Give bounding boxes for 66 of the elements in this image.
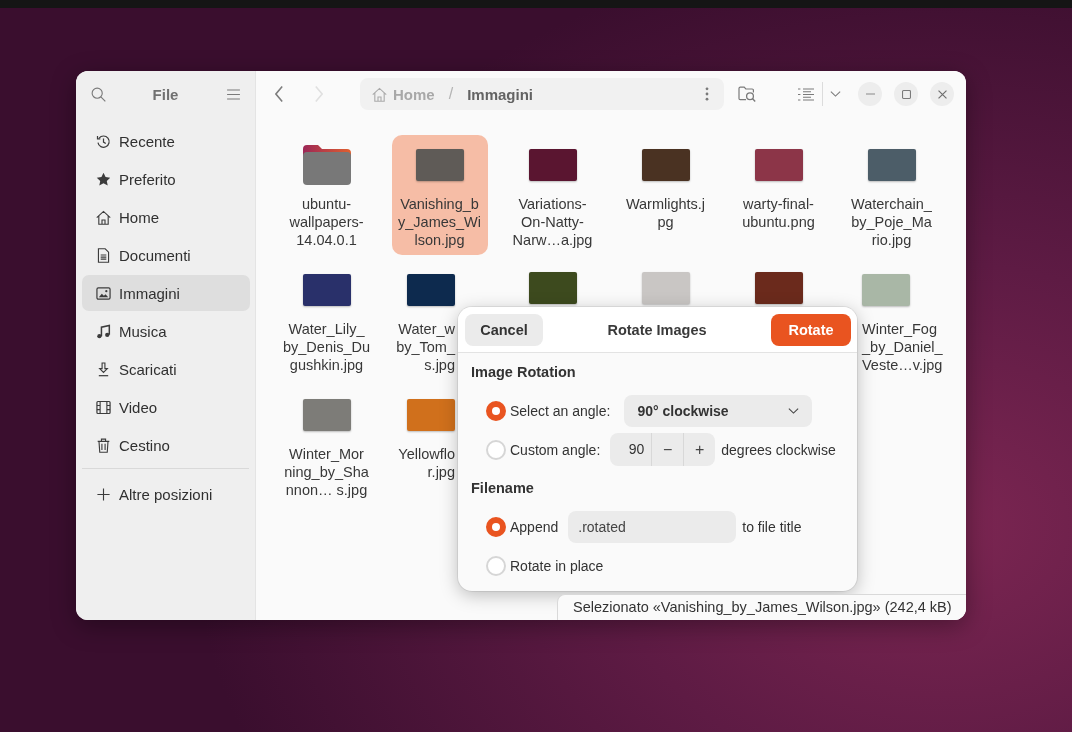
- option-suffix-label: degrees clockwise: [721, 441, 836, 458]
- folder-icon: [302, 145, 351, 185]
- section-heading: Image Rotation: [471, 363, 577, 381]
- suffix-text-field[interactable]: .rotated: [568, 510, 737, 543]
- file-item[interactable]: Vanishing_b y_James_Wi lson.jpg: [391, 135, 488, 255]
- sidebar-item[interactable]: Immagini: [82, 275, 250, 311]
- file-item[interactable]: Winter_Mor ning_by_Sha nnon… s.jpg: [278, 385, 375, 505]
- section-heading: Filename: [471, 479, 535, 497]
- sidebar-title: File: [152, 85, 179, 103]
- document-icon: [96, 247, 111, 263]
- close-button[interactable]: [930, 82, 954, 106]
- home-icon: [372, 86, 387, 102]
- cancel-button[interactable]: Cancel: [465, 313, 543, 346]
- angle-input[interactable]: 90: [610, 433, 652, 466]
- star-icon: [96, 171, 111, 187]
- angle-dropdown[interactable]: 90° clockwise: [624, 394, 813, 427]
- film-icon: [96, 399, 111, 415]
- folder-search-icon: [738, 86, 756, 102]
- menu-icon: [226, 88, 240, 100]
- kebab-menu-icon: [705, 87, 709, 101]
- radio-option[interactable]: Custom angle:: [486, 439, 601, 460]
- radio-option[interactable]: Rotate in place: [486, 555, 604, 576]
- sidebar-item[interactable]: Scaricati: [82, 351, 250, 387]
- plus-icon: [96, 486, 111, 502]
- sidebar-item[interactable]: Preferito: [82, 161, 250, 197]
- file-item[interactable]: Warmlights.j pg: [617, 135, 714, 237]
- file-item[interactable]: warty-final- ubuntu.png: [730, 135, 827, 237]
- file-item[interactable]: Water_w by_Tom_ s.jpg: [391, 260, 455, 380]
- sidebar-item[interactable]: Home: [82, 199, 250, 235]
- maximize-button[interactable]: [894, 82, 918, 106]
- status-bar: Selezionato «Vanishing_by_James_Wilson.jpg» (242,4 kB): [557, 594, 966, 620]
- radio-option[interactable]: Select an angle:: [486, 400, 611, 421]
- option-suffix-label: to file title: [742, 518, 802, 535]
- file-item[interactable]: Variations- On-Natty- Narw…a.jpg: [504, 135, 601, 255]
- radio-button[interactable]: [486, 400, 506, 421]
- sidebar-item[interactable]: Cestino: [82, 427, 250, 463]
- sidebar-item[interactable]: Documenti: [82, 237, 250, 273]
- file-item[interactable]: Water_Lily_ by_Denis_Du gushkin.jpg: [278, 260, 375, 380]
- maximize-icon: [901, 89, 911, 99]
- path-button[interactable]: Immagini: [467, 85, 533, 103]
- search-icon: [90, 86, 106, 102]
- path-separator: /: [448, 85, 454, 103]
- list-view-icon: [798, 87, 814, 101]
- chevron-down-icon: [829, 91, 841, 97]
- decrease-button[interactable]: −: [651, 433, 684, 466]
- chevron-down-icon: [788, 407, 800, 414]
- music-note-icon: [96, 323, 111, 339]
- rotate-button[interactable]: Rotate: [771, 313, 851, 346]
- radio-option[interactable]: Append: [486, 516, 559, 537]
- clock-icon: [96, 133, 111, 149]
- file-item[interactable]: ubuntu- wallpapers- 14.04.0.1: [278, 135, 375, 255]
- sidebar-item[interactable]: Musica: [82, 313, 250, 349]
- radio-button[interactable]: [486, 516, 506, 537]
- file-item[interactable]: Waterchain_ by_Poje_Ma rio.jpg: [843, 135, 940, 255]
- sidebar-item[interactable]: Recente: [82, 123, 250, 159]
- increase-button[interactable]: +: [683, 433, 716, 466]
- home-icon: [96, 209, 111, 225]
- minimize-icon: [865, 93, 875, 95]
- trash-icon: [96, 437, 111, 453]
- close-icon: [937, 89, 947, 99]
- other-locations-item[interactable]: Altre posizioni: [82, 476, 250, 512]
- dialog-title: Rotate Images: [607, 321, 707, 338]
- sidebar-item[interactable]: Video: [82, 389, 250, 425]
- download-icon: [96, 361, 111, 377]
- file-item[interactable]: Yellowflo r.jpg: [391, 385, 455, 487]
- image-icon: [96, 285, 111, 301]
